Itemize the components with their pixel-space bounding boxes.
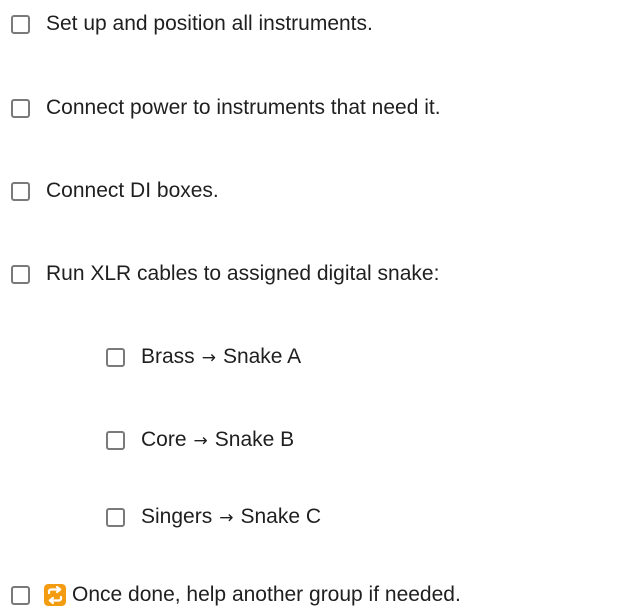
checkbox[interactable] [106,430,125,450]
checklist-item-label: Run XLR cables to assigned digital snake… [46,262,440,285]
checklist-item-label: Connect power to instruments that need i… [46,96,441,119]
checkbox[interactable] [11,14,30,34]
checklist-subitem-label: Singers → Snake C [141,503,321,532]
checklist-item-help-others: Once done, help another group if needed. [11,581,461,609]
source-group: Core [141,427,187,451]
checklist-item-label: Set up and position all instruments. [46,12,373,35]
snake-target: Snake C [240,504,321,528]
checklist-subitem-label: Core → Snake B [141,426,294,455]
checklist: Set up and position all instruments. Con… [0,0,643,614]
checkbox[interactable] [11,264,30,284]
checklist-item-di-boxes: Connect DI boxes. [11,177,219,205]
checklist-item-xlr: Run XLR cables to assigned digital snake… [11,260,439,288]
checkbox[interactable] [106,347,125,367]
checklist-item-label: Once done, help another group if needed. [72,583,461,606]
checklist-item-label: Connect DI boxes. [46,179,219,202]
source-group: Brass [141,344,195,368]
checklist-subitem-brass: Brass → Snake A [106,343,301,371]
checklist-item-setup: Set up and position all instruments. [11,10,373,38]
snake-target: Snake B [214,427,295,451]
checkbox[interactable] [11,181,30,201]
checklist-subitem-singers: Singers → Snake C [106,503,321,531]
arrow-right-icon: → [201,347,216,368]
checklist-subitem-label: Brass → Snake A [141,343,301,372]
checklist-subitem-core: Core → Snake B [106,426,294,454]
snake-target: Snake A [222,344,302,368]
checkbox[interactable] [11,585,30,605]
arrow-right-icon: → [193,430,208,451]
checkbox[interactable] [11,98,30,118]
checklist-item-power: Connect power to instruments that need i… [11,94,441,122]
source-group: Singers [141,504,213,528]
arrow-right-icon: → [219,507,234,528]
repeat-icon [44,584,66,606]
checkbox[interactable] [106,507,125,527]
